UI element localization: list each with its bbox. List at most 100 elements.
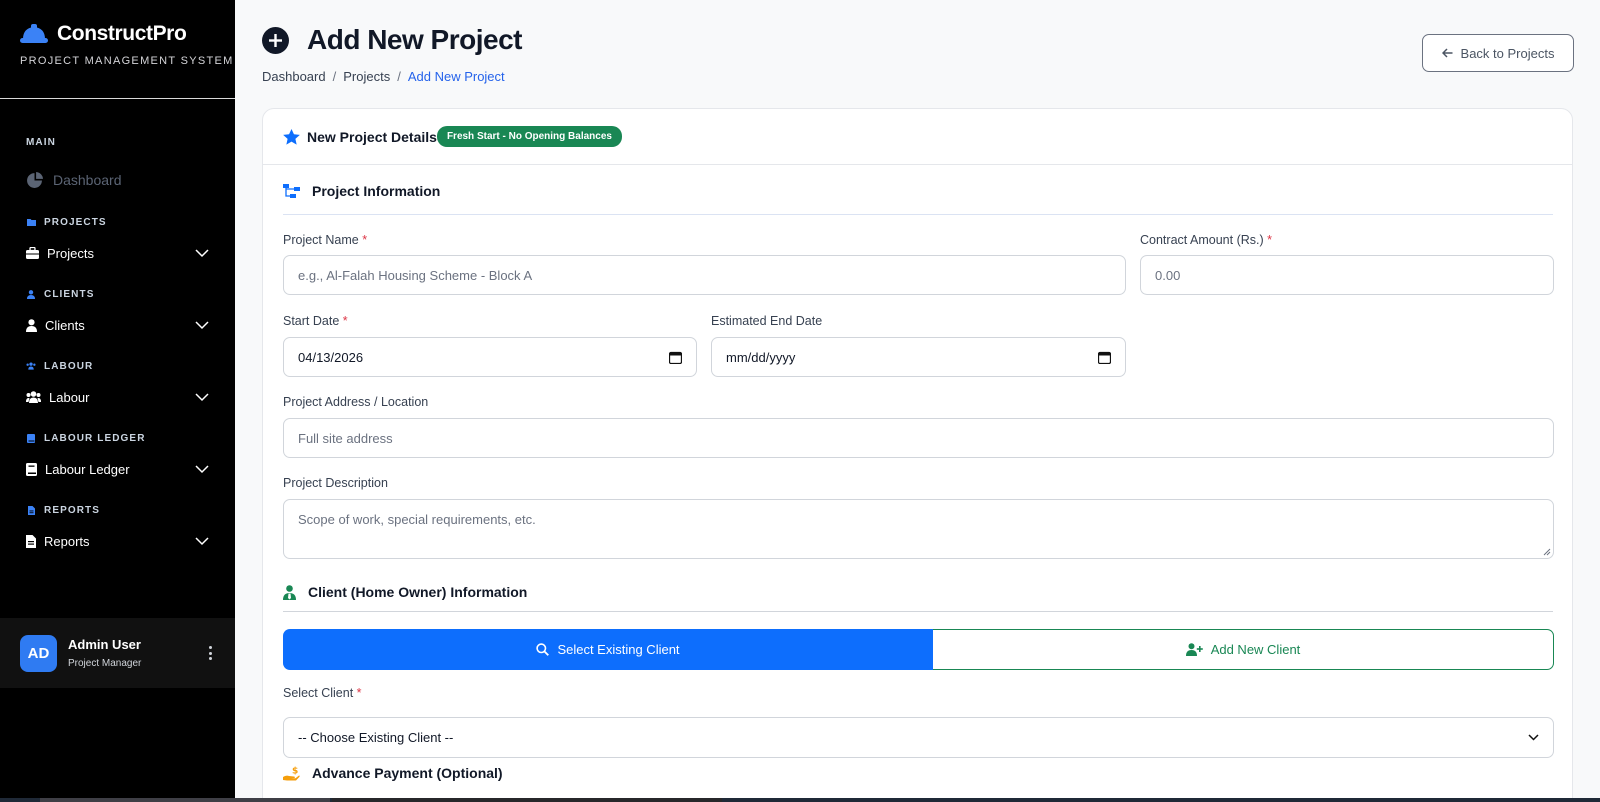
section-heading: Advance Payment (Optional) xyxy=(312,765,503,781)
chevron-down-icon xyxy=(195,537,209,546)
sidebar-section-title: LABOUR xyxy=(44,360,94,372)
arrow-left-icon xyxy=(1441,48,1453,58)
sidebar-section-labour: LABOUR xyxy=(0,359,235,373)
pie-chart-icon xyxy=(27,171,43,188)
more-options-icon[interactable] xyxy=(209,646,213,660)
divider xyxy=(283,611,1553,612)
user-name: Admin User xyxy=(68,637,141,652)
sidebar-section-reports: REPORTS xyxy=(0,503,235,517)
sidebar-item-dashboard[interactable]: Dashboard xyxy=(0,169,235,191)
status-badge: Fresh Start - No Opening Balances xyxy=(436,126,622,147)
scrollbar-segment xyxy=(332,798,722,802)
resize-handle-icon[interactable] xyxy=(1543,548,1551,556)
project-name-input[interactable]: e.g., Al-Falah Housing Scheme - Block A xyxy=(283,255,1126,295)
back-button-label: Back to Projects xyxy=(1460,45,1555,61)
user-mini-icon xyxy=(26,289,36,299)
chevron-down-icon xyxy=(195,393,209,402)
sidebar-item-label: Labour xyxy=(49,389,90,405)
select-client-label: Select Client * xyxy=(283,686,362,700)
description-placeholder: Scope of work, special requirements, etc… xyxy=(298,512,536,527)
sidebar-item-label: Reports xyxy=(44,533,90,549)
user-role: Project Manager xyxy=(68,658,142,669)
file-icon xyxy=(26,534,36,548)
avatar: AD xyxy=(20,634,57,672)
card-header: New Project Details Fresh Start - No Ope… xyxy=(263,109,1572,165)
sidebar-section-clients: CLIENTS xyxy=(0,287,235,301)
label-text: Start Date xyxy=(283,314,340,328)
plus-circle-icon xyxy=(262,26,289,54)
section-project-information: Project Information xyxy=(283,183,440,199)
book-icon xyxy=(26,462,37,476)
users-mini-icon xyxy=(26,361,36,371)
sidebar-section-title: REPORTS xyxy=(44,504,101,516)
button-label: Add New Client xyxy=(1210,642,1301,657)
required-mark: * xyxy=(362,233,368,247)
project-address-label: Project Address / Location xyxy=(283,395,428,409)
end-date-label: Estimated End Date xyxy=(711,314,822,328)
required-mark: * xyxy=(1267,233,1273,247)
sidebar-item-label: Clients xyxy=(45,317,85,333)
briefcase-icon xyxy=(26,247,39,259)
brand-subtitle: PROJECT MANAGEMENT SYSTEM xyxy=(20,55,234,67)
start-date-value: 04/13/2026 xyxy=(298,349,364,365)
sidebar-section-main: MAIN xyxy=(0,135,235,149)
sidebar-item-projects[interactable]: Projects xyxy=(0,243,235,263)
end-date-placeholder: mm/dd/yyyy xyxy=(726,349,796,365)
scrollbar-thumb[interactable] xyxy=(40,798,330,802)
sidebar-item-label: Projects xyxy=(47,245,94,261)
required-mark: * xyxy=(342,314,348,328)
section-client-information: Client (Home Owner) Information xyxy=(283,584,527,600)
chevron-down-icon xyxy=(1528,734,1539,741)
project-description-label: Project Description xyxy=(283,476,388,490)
project-description-textarea[interactable]: Scope of work, special requirements, etc… xyxy=(283,499,1554,559)
project-name-label: Project Name * xyxy=(283,233,367,247)
chevron-down-icon xyxy=(195,465,209,474)
sidebar-item-reports[interactable]: Reports xyxy=(0,531,235,551)
start-date-input[interactable]: 04/13/2026 xyxy=(283,337,697,377)
file-mini-icon xyxy=(26,505,36,515)
sidebar-section-labour-ledger: LABOUR LEDGER xyxy=(0,431,235,445)
back-to-projects-button[interactable]: Back to Projects xyxy=(1422,34,1574,72)
horizontal-scrollbar[interactable] xyxy=(0,798,1600,802)
calendar-icon[interactable] xyxy=(669,351,682,364)
select-client-dropdown[interactable]: -- Choose Existing Client -- xyxy=(283,717,1554,758)
brand-name: ConstructPro xyxy=(57,22,187,45)
select-existing-client-button[interactable]: Select Existing Client xyxy=(283,629,933,670)
sidebar-item-labour-ledger[interactable]: Labour Ledger xyxy=(0,459,235,479)
contract-amount-label: Contract Amount (Rs.) * xyxy=(1140,233,1272,247)
user-profile[interactable]: AD Admin User Project Manager xyxy=(0,618,235,688)
project-address-input[interactable]: Full site address xyxy=(283,418,1554,458)
sitemap-icon xyxy=(283,184,300,198)
hard-hat-icon xyxy=(20,24,48,43)
button-label: Select Existing Client xyxy=(557,642,680,657)
sidebar-item-clients[interactable]: Clients xyxy=(0,315,235,335)
required-mark: * xyxy=(356,686,362,700)
breadcrumb-dashboard[interactable]: Dashboard xyxy=(262,69,326,84)
label-text: Project Description xyxy=(283,476,388,490)
label-text: Project Address / Location xyxy=(283,395,429,409)
user-plus-icon xyxy=(1185,643,1203,656)
star-icon xyxy=(283,128,300,145)
section-heading: Client (Home Owner) Information xyxy=(308,584,528,600)
main-content: Add New Project Dashboard / Projects / A… xyxy=(235,0,1600,802)
sidebar-item-label: Dashboard xyxy=(53,172,122,188)
breadcrumb: Dashboard / Projects / Add New Project xyxy=(262,69,505,84)
sidebar-section-title: LABOUR LEDGER xyxy=(44,432,146,444)
end-date-input[interactable]: mm/dd/yyyy xyxy=(711,337,1126,377)
sidebar-item-labour[interactable]: Labour xyxy=(0,387,235,407)
select-client-value: -- Choose Existing Client -- xyxy=(298,730,454,745)
label-text: Select Client xyxy=(283,686,354,700)
sidebar-item-label: Labour Ledger xyxy=(45,461,130,477)
search-icon xyxy=(536,643,550,656)
label-text: Contract Amount (Rs.) xyxy=(1140,233,1264,247)
sidebar-section-title: MAIN xyxy=(26,136,56,148)
card-title: New Project Details xyxy=(307,128,437,145)
breadcrumb-projects[interactable]: Projects xyxy=(343,69,390,84)
calendar-icon[interactable] xyxy=(1098,351,1111,364)
sidebar-brand: ConstructPro PROJECT MANAGEMENT SYSTEM xyxy=(0,0,235,99)
section-advance-payment: $ Advance Payment (Optional) xyxy=(283,765,503,781)
sidebar-section-title: CLIENTS xyxy=(44,288,95,300)
user-icon xyxy=(26,318,37,332)
contract-amount-input[interactable]: 0.00 xyxy=(1140,255,1554,295)
add-new-client-button[interactable]: Add New Client xyxy=(933,629,1554,670)
